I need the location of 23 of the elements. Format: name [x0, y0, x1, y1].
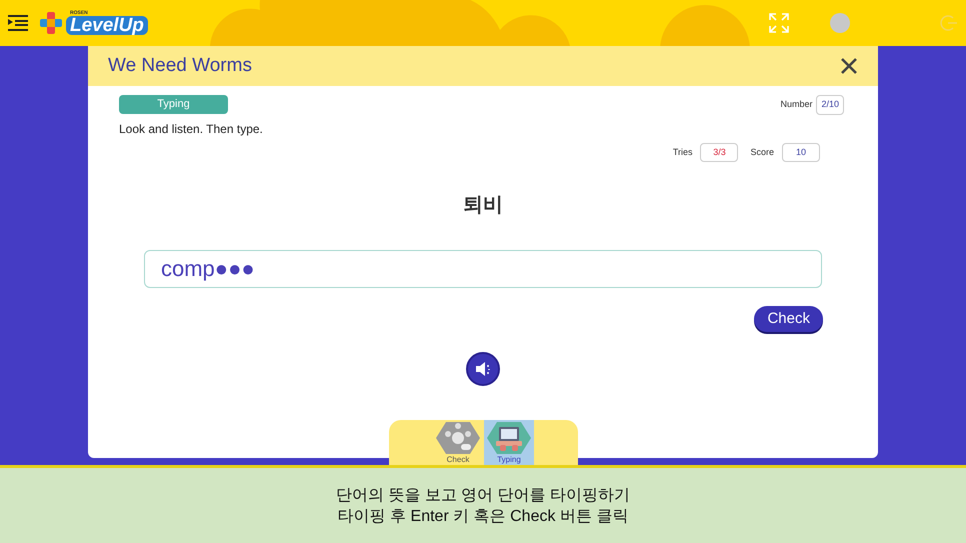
prompt-word: 퇴비 — [463, 193, 503, 218]
number-value: 2/10 — [816, 95, 844, 115]
activity-title: We Need Worms — [108, 54, 252, 78]
check-button[interactable]: Check — [754, 306, 823, 332]
speaker-icon[interactable] — [466, 352, 500, 386]
caption-line: 타이핑 후 Enter 키 혹은 Check 버튼 클릭 — [338, 506, 628, 526]
instruction-text: Look and listen. Then type. — [119, 121, 263, 138]
score-label: Score — [750, 146, 774, 159]
answer-input[interactable]: comp●●● — [144, 250, 822, 288]
laptop-icon — [486, 421, 532, 455]
quiz-hexagon-icon — [435, 421, 481, 455]
tries-label: Tries — [672, 146, 692, 159]
caption-line: 단어의 뜻을 보고 영어 단어를 타이핑하기 — [336, 486, 630, 506]
mode-tab[interactable]: Check — [433, 420, 483, 465]
mode-tab[interactable]: Typing — [484, 420, 534, 465]
tries-value: 3/3 — [700, 143, 738, 162]
number-label: Number — [780, 98, 812, 112]
brand-logo: LevelUp — [66, 16, 148, 35]
close-icon[interactable] — [840, 57, 858, 75]
score-value: 10 — [782, 143, 820, 162]
menu-icon[interactable] — [8, 15, 28, 31]
plus-logo-icon — [40, 12, 62, 34]
activity-badge: Typing — [119, 95, 228, 114]
